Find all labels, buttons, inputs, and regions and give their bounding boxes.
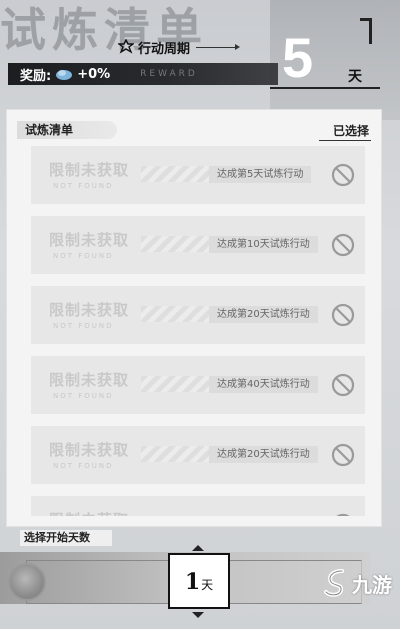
start-day-value-box[interactable]: 1天: [168, 553, 230, 609]
item-subtitle: NOT FOUND: [53, 462, 114, 470]
ban-icon: [331, 373, 355, 397]
day-increase-arrow-icon[interactable]: [192, 545, 204, 551]
ban-icon: [331, 443, 355, 467]
start-day-value: 1: [184, 569, 201, 595]
header-rule: [270, 87, 380, 89]
cycle-header: 行动周期: [118, 38, 241, 57]
days-unit: 天: [348, 69, 362, 85]
cycle-emblem-icon: [118, 39, 134, 54]
cycle-label: 行动周期: [138, 41, 191, 57]
item-condition: 达成第20天试炼行动: [209, 446, 318, 463]
corner-bracket-decor: [360, 18, 372, 44]
trial-item[interactable]: 限制未获取NOT FOUND达成第20天试炼行动: [31, 496, 365, 516]
trial-list-panel: 试炼清单 已选择 限制未获取 NOT FOUND 达成第5天试炼行动 限制未获取 NOT…: [6, 109, 382, 527]
reward-tag: REWARD: [140, 69, 198, 79]
watermark-text: 九游: [352, 572, 392, 597]
day-decrease-arrow-icon[interactable]: [192, 612, 204, 618]
start-day-unit: 天: [201, 578, 214, 592]
ban-icon: [336, 513, 350, 516]
trial-items[interactable]: 限制未获取 NOT FOUND 达成第5天试炼行动 限制未获取 NOT FOUND 达成第…: [25, 146, 371, 516]
start-day-label: 选择开始天数: [20, 530, 112, 546]
reward-bar: 奖励: +0% REWARD: [8, 63, 278, 85]
item-subtitle: NOT FOUND: [53, 252, 114, 260]
reward-label: 奖励:: [20, 68, 52, 84]
item-subtitle: NOT FOUND: [53, 392, 114, 400]
ban-icon: [331, 233, 355, 257]
trial-item[interactable]: 限制未获取 NOT FOUND 达成第10天试炼行动: [31, 216, 365, 274]
item-condition: 达成第40天试炼行动: [209, 376, 318, 393]
item-condition: 达成第5天试炼行动: [209, 166, 312, 183]
item-title: 限制未获取: [49, 371, 130, 389]
reward-value: +0%: [77, 66, 111, 82]
trial-item[interactable]: 限制未获取 NOT FOUND 达成第20天试炼行动: [31, 426, 365, 484]
list-header: 试炼清单 已选择: [17, 121, 373, 141]
item-title: 限制未获取: [49, 161, 130, 179]
item-title: 限制未获取: [49, 509, 129, 516]
item-title: 限制未获取: [49, 301, 130, 319]
item-condition: 达成第10天试炼行动: [209, 236, 318, 253]
slider-knob-icon[interactable]: [8, 563, 46, 601]
item-title: 限制未获取: [49, 441, 130, 459]
item-subtitle: NOT FOUND: [53, 182, 114, 190]
item-subtitle: NOT FOUND: [53, 322, 114, 330]
item-condition: 达成第20天试炼行动: [209, 306, 318, 323]
cycle-arrow-line: [196, 43, 241, 50]
ban-icon: [331, 163, 355, 187]
selected-filter-button[interactable]: 已选择: [318, 122, 371, 141]
item-title: 限制未获取: [49, 231, 130, 249]
days-count: 5: [282, 26, 314, 89]
trial-item[interactable]: 限制未获取 NOT FOUND 达成第5天试炼行动: [31, 146, 365, 204]
jiuyou-logo-icon: [324, 569, 344, 597]
ban-icon: [331, 303, 355, 327]
reward-cloud-icon: [56, 70, 73, 80]
trial-item[interactable]: 限制未获取 NOT FOUND 达成第20天试炼行动: [31, 286, 365, 344]
list-title: 试炼清单: [17, 121, 117, 139]
trial-item[interactable]: 限制未获取 NOT FOUND 达成第40天试炼行动: [31, 356, 365, 414]
watermark: 九游: [322, 566, 396, 600]
